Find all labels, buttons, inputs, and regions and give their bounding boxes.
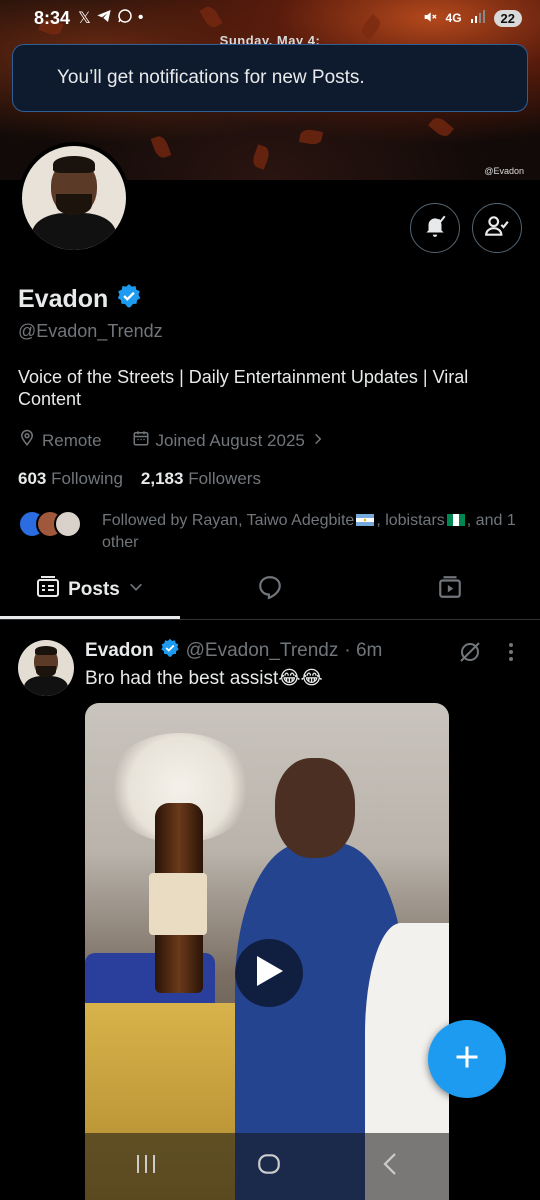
battery-level: 22: [493, 9, 522, 27]
bell-check-icon: [422, 213, 448, 244]
follower-avatar: [54, 510, 82, 538]
following-button[interactable]: [472, 203, 522, 253]
mute-icon: [422, 9, 438, 28]
profile-bio: Voice of the Streets | Daily Entertainme…: [18, 367, 469, 409]
profile-joined[interactable]: Joined August 2025: [156, 431, 305, 451]
followed-by-text[interactable]: Followed by Rayan, Taiwo Adegbite, lobis…: [102, 510, 522, 554]
posts-list-icon: [36, 575, 60, 604]
post-video[interactable]: [85, 703, 449, 1200]
followed-by-avatars[interactable]: [18, 510, 82, 538]
x-app-icon: 𝕏: [78, 10, 91, 27]
location-icon: [18, 429, 36, 452]
status-bar: 8:34 𝕏 • 4G 22: [0, 0, 540, 36]
following-link[interactable]: 603 Following: [18, 469, 123, 489]
post-author-avatar[interactable]: [18, 640, 74, 696]
verified-badge-icon: [160, 638, 180, 664]
calendar-icon: [132, 429, 150, 452]
profile-avatar[interactable]: [18, 142, 130, 254]
more-options-icon[interactable]: [508, 642, 514, 667]
video-library-icon: [437, 574, 463, 606]
post-timestamp: · 6m: [344, 640, 383, 661]
tab-posts-label: Posts: [68, 578, 120, 600]
post-author-handle: @Evadon_Trendz: [185, 640, 339, 661]
chevron-right-icon[interactable]: [311, 431, 325, 451]
compose-post-button[interactable]: [428, 1020, 506, 1098]
chevron-down-icon: [128, 579, 144, 601]
person-check-icon: [484, 213, 510, 244]
tab-posts[interactable]: Posts: [0, 560, 180, 619]
followers-link[interactable]: 2,183 Followers: [141, 469, 261, 489]
whatsapp-icon: [117, 8, 133, 29]
reply-bubble-icon: [257, 574, 283, 606]
tab-media[interactable]: [360, 560, 540, 619]
profile-tabs: Posts: [0, 560, 540, 620]
back-icon[interactable]: [380, 1152, 400, 1181]
post-text: Bro had the best assist😂😂: [85, 668, 323, 689]
profile-handle: @Evadon_Trendz: [18, 321, 163, 341]
tab-replies[interactable]: [180, 560, 360, 619]
profile-meta: Remote Joined August 2025: [18, 429, 325, 452]
post-author-name[interactable]: Evadon: [85, 640, 154, 662]
notification-toast[interactable]: You’ll get notifications for new Posts.: [12, 44, 528, 112]
system-nav-bar: [85, 1133, 449, 1200]
recent-apps-icon[interactable]: [134, 1153, 158, 1180]
play-button[interactable]: [235, 939, 303, 1007]
plus-icon: [453, 1043, 481, 1076]
follow-counts: 603 Following 2,183 Followers: [18, 469, 261, 489]
post-actions-top: [458, 640, 514, 669]
home-icon[interactable]: [256, 1151, 282, 1182]
verified-badge-icon[interactable]: [116, 283, 142, 316]
play-icon: [253, 954, 285, 993]
banner-watermark: @Evadon: [484, 166, 524, 176]
telegram-icon: [96, 8, 112, 29]
profile-name: Evadon: [18, 285, 109, 313]
notifications-bell-button[interactable]: [410, 203, 460, 253]
toast-message: You’ll get notifications for new Posts.: [57, 67, 365, 88]
signal-icon: [470, 9, 486, 27]
nigeria-flag-icon: [446, 511, 465, 526]
post-header: Evadon @Evadon_Trendz · 6m: [85, 638, 382, 664]
profile-name-row: Evadon: [18, 283, 142, 316]
network-type: 4G: [445, 11, 462, 25]
argentina-flag-icon: [356, 511, 375, 526]
profile-location: Remote: [42, 430, 102, 450]
notification-dot-icon: •: [137, 9, 144, 26]
status-time: 8:34: [34, 7, 71, 28]
grok-icon[interactable]: [458, 640, 482, 669]
